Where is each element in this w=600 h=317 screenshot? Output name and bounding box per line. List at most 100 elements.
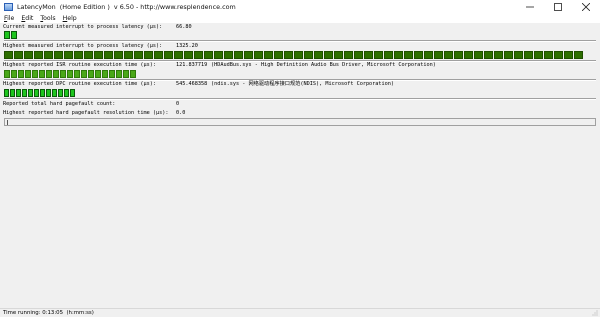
highest-latency-bar-segment bbox=[94, 51, 103, 59]
highest-latency-label: Highest measured interrupt to process la… bbox=[3, 43, 163, 49]
highest-dpc-bar-segment bbox=[52, 89, 57, 97]
highest-isr-bar-segment bbox=[81, 70, 87, 78]
highest-isr-label: Highest reported ISR routine execution t… bbox=[3, 62, 157, 68]
highest-dpc-label: Highest reported DPC routine execution t… bbox=[3, 81, 157, 87]
highest-latency-bar-segment bbox=[64, 51, 73, 59]
highest-latency-bar-segment bbox=[544, 51, 553, 59]
log-text-area[interactable] bbox=[4, 118, 596, 126]
highest-latency-bar-segment bbox=[14, 51, 23, 59]
highest-latency-bar-segment bbox=[514, 51, 523, 59]
highest-pagefault-row: Highest reported hard pagefault resoluti… bbox=[3, 109, 185, 117]
highest-latency-bar-segment bbox=[84, 51, 93, 59]
highest-isr-bar-segment bbox=[53, 70, 59, 78]
highest-dpc-bar-segment bbox=[58, 89, 63, 97]
highest-latency-bar-segment bbox=[294, 51, 303, 59]
highest-dpc-bar-segment bbox=[4, 89, 9, 97]
menu-file[interactable]: File bbox=[4, 15, 14, 22]
highest-dpc-row: Highest reported DPC routine execution t… bbox=[3, 80, 394, 88]
highest-latency-value: 1325.20 bbox=[176, 43, 198, 49]
total-pagefault-value: 0 bbox=[176, 101, 180, 107]
highest-latency-bar-segment bbox=[354, 51, 363, 59]
highest-latency-bar-segment bbox=[344, 51, 353, 59]
highest-latency-bar-segment bbox=[214, 51, 223, 59]
highest-latency-bar-segment bbox=[254, 51, 263, 59]
highest-latency-bar-segment bbox=[424, 51, 433, 59]
total-pagefault-label: Reported total hard pagefault count: bbox=[3, 101, 116, 107]
highest-latency-bar-segment bbox=[204, 51, 213, 59]
close-button[interactable] bbox=[572, 0, 600, 14]
highest-latency-bar-segment bbox=[524, 51, 533, 59]
highest-latency-bar-segment bbox=[74, 51, 83, 59]
highest-dpc-bar-segment bbox=[40, 89, 45, 97]
highest-latency-bar-segment bbox=[324, 51, 333, 59]
menu-help-label: elp bbox=[67, 15, 77, 22]
highest-isr-bar-segment bbox=[25, 70, 31, 78]
highest-isr-row: Highest reported ISR routine execution t… bbox=[3, 61, 436, 69]
menu-tools-label: ools bbox=[43, 15, 56, 22]
menu-help[interactable]: Help bbox=[63, 15, 77, 22]
current-latency-bar bbox=[4, 31, 18, 39]
highest-latency-bar bbox=[4, 51, 584, 59]
maximize-button[interactable] bbox=[544, 0, 572, 14]
minimize-button[interactable] bbox=[516, 0, 544, 14]
highest-latency-bar-segment bbox=[394, 51, 403, 59]
highest-isr-bar-segment bbox=[18, 70, 24, 78]
highest-latency-bar-segment bbox=[4, 51, 13, 59]
highest-pagefault-label: Highest reported hard pagefault resoluti… bbox=[3, 110, 169, 116]
highest-latency-bar-segment bbox=[564, 51, 573, 59]
minimize-icon bbox=[526, 6, 534, 8]
highest-latency-bar-segment bbox=[234, 51, 243, 59]
resize-grip-icon[interactable] bbox=[592, 310, 598, 316]
current-latency-bar-segment bbox=[4, 31, 10, 39]
window-title: LatencyMon (Home Edition ) v 6.50 - http… bbox=[17, 3, 236, 11]
highest-latency-bar-segment bbox=[274, 51, 283, 59]
highest-latency-row: Highest measured interrupt to process la… bbox=[3, 42, 198, 50]
highest-latency-bar-segment bbox=[554, 51, 563, 59]
highest-dpc-bar-segment bbox=[28, 89, 33, 97]
highest-dpc-bar-segment bbox=[46, 89, 51, 97]
highest-isr-bar-segment bbox=[102, 70, 108, 78]
highest-isr-bar-segment bbox=[60, 70, 66, 78]
total-pagefault-row: Reported total hard pagefault count: 0 bbox=[3, 100, 179, 108]
current-latency-row: Current measured interrupt to process la… bbox=[3, 23, 192, 31]
highest-latency-bar-segment bbox=[574, 51, 583, 59]
highest-latency-bar-segment bbox=[184, 51, 193, 59]
highest-latency-bar-segment bbox=[384, 51, 393, 59]
highest-latency-bar-segment bbox=[304, 51, 313, 59]
highest-dpc-bar bbox=[4, 89, 76, 97]
highest-latency-bar-segment bbox=[404, 51, 413, 59]
menu-edit-label: dit bbox=[25, 15, 34, 22]
text-cursor bbox=[7, 120, 8, 125]
close-icon bbox=[582, 3, 590, 11]
menu-tools[interactable]: Tools bbox=[40, 15, 55, 22]
highest-latency-bar-segment bbox=[474, 51, 483, 59]
menu-edit[interactable]: Edit bbox=[21, 15, 33, 22]
highest-isr-value: 121.837719 bbox=[176, 62, 208, 68]
highest-latency-bar-segment bbox=[244, 51, 253, 59]
highest-dpc-driver: (ndis.sys - 网络驱动程序接口规范(NDIS), Microsoft … bbox=[211, 81, 395, 87]
highest-latency-bar-segment bbox=[164, 51, 173, 59]
highest-dpc-bar-segment bbox=[22, 89, 27, 97]
highest-latency-bar-segment bbox=[104, 51, 113, 59]
highest-dpc-bar-segment bbox=[70, 89, 75, 97]
highest-latency-bar-segment bbox=[154, 51, 163, 59]
highest-latency-bar-segment bbox=[24, 51, 33, 59]
highest-latency-bar-segment bbox=[464, 51, 473, 59]
highest-pagefault-value: 0.0 bbox=[176, 110, 186, 116]
highest-isr-bar-segment bbox=[4, 70, 10, 78]
highest-dpc-bar-segment bbox=[34, 89, 39, 97]
highest-latency-bar-segment bbox=[224, 51, 233, 59]
title-bar: LatencyMon (Home Edition ) v 6.50 - http… bbox=[0, 0, 600, 14]
menu-file-label: ile bbox=[7, 15, 15, 22]
highest-latency-bar-segment bbox=[284, 51, 293, 59]
highest-isr-driver: (HDAudBus.sys - High Definition Audio Bu… bbox=[211, 62, 436, 68]
highest-latency-bar-segment bbox=[314, 51, 323, 59]
highest-isr-bar-segment bbox=[116, 70, 122, 78]
highest-isr-bar-segment bbox=[88, 70, 94, 78]
menu-bar: File Edit Tools Help bbox=[0, 14, 600, 23]
highest-isr-bar-segment bbox=[67, 70, 73, 78]
highest-latency-bar-segment bbox=[54, 51, 63, 59]
highest-isr-bar-segment bbox=[39, 70, 45, 78]
current-latency-value: 66.80 bbox=[176, 24, 192, 30]
highest-isr-bar-segment bbox=[74, 70, 80, 78]
